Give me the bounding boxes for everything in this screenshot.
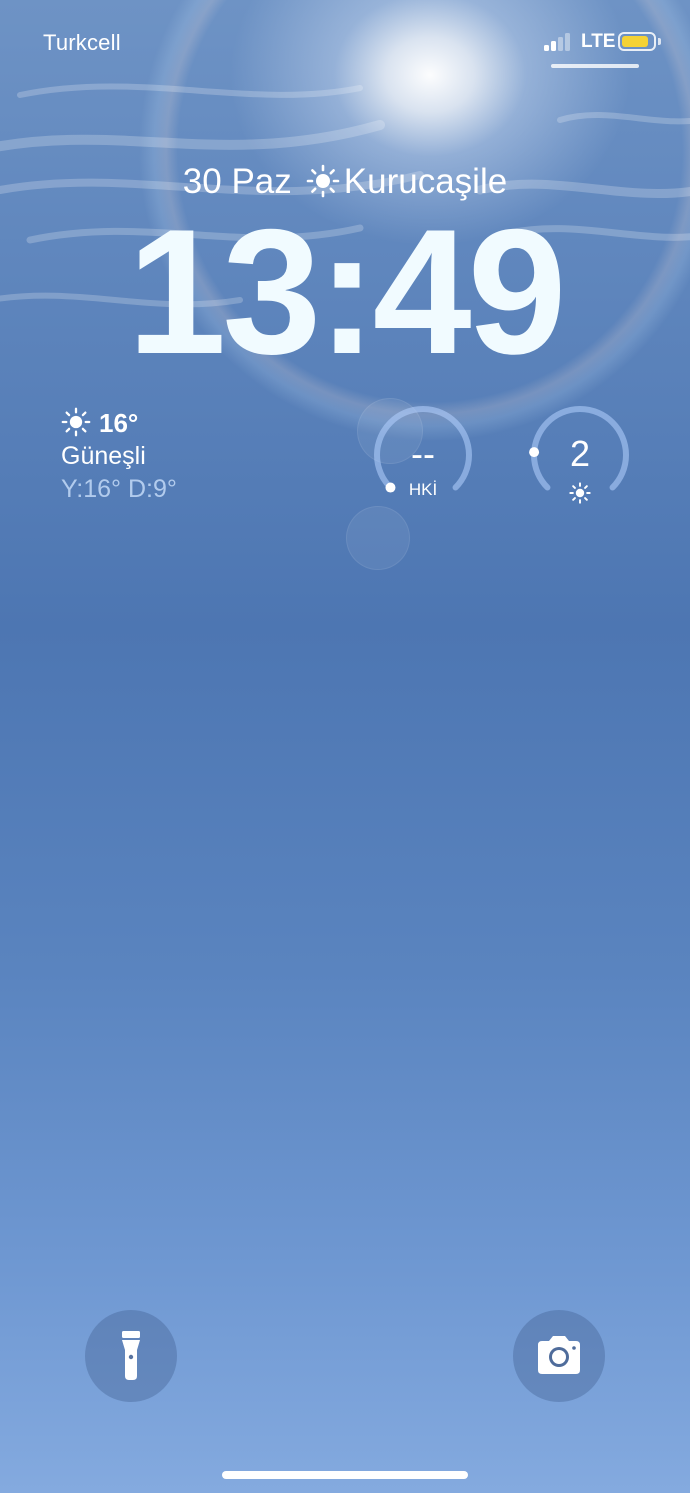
sun-icon bbox=[61, 407, 91, 437]
lens-flare bbox=[346, 506, 410, 570]
sun-icon bbox=[569, 482, 591, 504]
air-quality-value: -- bbox=[411, 433, 435, 474]
signal-bar bbox=[565, 33, 570, 51]
status-indicator-line bbox=[551, 64, 639, 68]
uv-index-value: 2 bbox=[569, 433, 591, 474]
carrier-name: Turkcell bbox=[43, 30, 121, 55]
battery-icon bbox=[618, 32, 656, 51]
lock-screen-clock[interactable]: 13:49 bbox=[0, 202, 690, 382]
signal-bar bbox=[558, 37, 563, 51]
signal-strength-icon bbox=[544, 33, 576, 51]
signal-bar bbox=[551, 41, 556, 51]
camera-button[interactable] bbox=[513, 1310, 605, 1402]
weather-condition: Güneşli bbox=[61, 442, 146, 470]
flashlight-icon bbox=[122, 1331, 140, 1380]
air-quality-label: HKİ bbox=[408, 480, 438, 499]
camera-icon bbox=[538, 1336, 580, 1374]
status-bar: Turkcell LTE bbox=[0, 0, 690, 86]
flashlight-button[interactable] bbox=[85, 1310, 177, 1402]
weather-temp-row: 16° bbox=[61, 406, 281, 440]
network-type: LTE bbox=[581, 31, 616, 52]
battery-level bbox=[622, 36, 648, 47]
air-quality-widget[interactable]: -- HKİ bbox=[368, 400, 478, 510]
uv-index-widget[interactable]: 2 bbox=[525, 400, 635, 510]
battery-tip bbox=[658, 38, 661, 45]
weather-high-low: Y:16° D:9° bbox=[61, 475, 177, 503]
home-indicator[interactable] bbox=[222, 1471, 468, 1479]
weather-temperature: 16° bbox=[99, 408, 139, 438]
weather-widget[interactable]: 16° Güneşli Y:16° D:9° bbox=[61, 406, 281, 506]
signal-bar bbox=[544, 45, 549, 51]
